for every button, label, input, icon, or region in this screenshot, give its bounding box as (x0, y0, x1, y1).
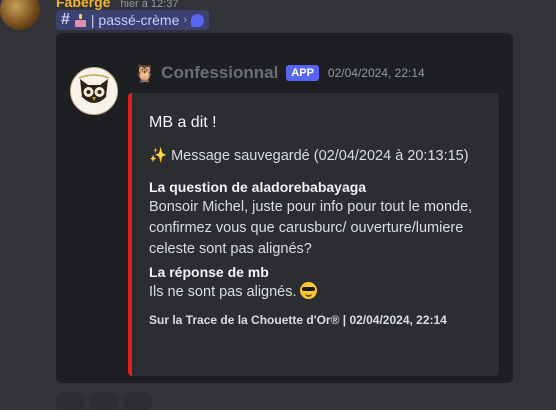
bot-header: 🦉 Confessionnal APP 02/04/2024, 22:14 (134, 63, 425, 83)
reaction-button[interactable] (56, 392, 84, 410)
owl-logo-icon (78, 74, 110, 103)
sparkles-icon: ✨ (149, 148, 168, 164)
author-timestamp: hier à 12:37 (120, 0, 179, 10)
embed-footer: Sur la Trace de la Chouette d'Or® | 02/0… (149, 313, 447, 327)
embed-description-text: Message sauvegardé (02/04/2024 à 20:13:1… (171, 148, 469, 164)
field-question-name: La question de aladorebabayaga (149, 179, 367, 195)
bot-name[interactable]: Confessionnal (161, 63, 278, 83)
bot-avatar[interactable] (70, 67, 118, 115)
chevron-right-icon: › (183, 14, 188, 26)
embed: MB a dit ! ✨ Message sauvegardé (02/04/2… (128, 93, 499, 376)
author-line: Faberge hier à 12:37 (56, 0, 178, 10)
owl-icon: 🦉 (134, 63, 156, 83)
field-question-value: Bonsoir Michel, juste pour info pour tou… (149, 199, 473, 257)
hash-icon: # (61, 11, 70, 28)
app-badge: APP (286, 65, 319, 81)
reaction-button[interactable] (124, 392, 152, 410)
reactions-bar (56, 392, 152, 410)
message-card: 🦉 Confessionnal APP 02/04/2024, 22:14 MB… (56, 33, 513, 383)
channel-mention[interactable]: # | passé-crème › (56, 10, 210, 30)
embed-title: MB a dit ! (149, 114, 217, 131)
field-answer-value: Ils ne sont pas alignés. (149, 284, 297, 300)
sunglasses-emoji-icon (299, 282, 317, 299)
field-answer-name: La réponse de mb (149, 264, 269, 280)
reaction-button[interactable] (90, 392, 118, 410)
cake-icon (74, 13, 87, 27)
channel-name: | passé-crème (90, 12, 180, 28)
author-avatar[interactable] (0, 0, 40, 30)
field-answer-row: Ils ne sont pas alignés. (149, 282, 487, 303)
thread-icon (191, 13, 205, 27)
embed-description: ✨ Message sauvegardé (02/04/2024 à 20:13… (149, 146, 487, 167)
author-name[interactable]: Faberge (56, 0, 110, 10)
message-timestamp: 02/04/2024, 22:14 (327, 66, 425, 80)
